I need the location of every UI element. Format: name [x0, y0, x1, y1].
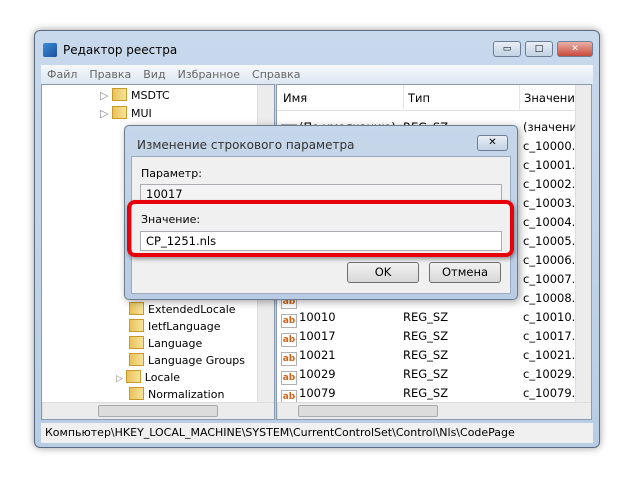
value-name: 10029 [299, 367, 336, 381]
value-data: c_10003.n [523, 196, 583, 210]
string-value-icon: ab [281, 314, 297, 328]
value-data: c_10017.n [523, 329, 583, 343]
tree-item[interactable]: ▷ Locale [116, 369, 180, 386]
dialog-title: Изменение строкового параметра [137, 138, 355, 152]
value-data: c_10002.n [523, 177, 583, 191]
list-vertical-scrollbar[interactable] [575, 85, 591, 403]
status-bar: Компьютер\HKEY_LOCAL_MACHINE\SYSTEM\Curr… [41, 423, 593, 443]
scrollbar-thumb[interactable] [298, 405, 438, 417]
highlight-frame [127, 200, 514, 257]
folder-icon [111, 88, 127, 101]
value-name: 10021 [299, 348, 336, 362]
value-data: c_10010.n [523, 310, 583, 324]
folder-icon [111, 106, 127, 119]
value-name: 10017 [299, 329, 336, 343]
value-type: REG_SZ [403, 310, 449, 324]
tree-item[interactable]: ▷ MSDTC [100, 87, 170, 105]
column-type[interactable]: Тип [403, 85, 430, 111]
cancel-button[interactable]: Отмена [429, 262, 501, 283]
value-data: c_10005.n [523, 234, 583, 248]
value-data: c_10007.n [523, 272, 583, 286]
tree-item[interactable]: Language Groups [129, 352, 245, 369]
value-name: 10010 [299, 310, 336, 324]
param-label: Параметр: [141, 167, 202, 180]
list-horizontal-scrollbar[interactable] [277, 402, 591, 419]
value-data: c_10004.n [523, 215, 583, 229]
menu-view[interactable]: Вид [143, 68, 165, 81]
value-data: c_10006.n [523, 253, 583, 267]
menu-bar: Файл Правка Вид Избранное Справка [41, 65, 593, 84]
list-header: Имя Тип Значение [277, 85, 582, 111]
minimize-button[interactable]: ▭ [493, 41, 521, 57]
tree-item[interactable]: ExtendedLocale [129, 301, 236, 318]
value-type: REG_SZ [403, 329, 449, 343]
value-type: REG_SZ [403, 367, 449, 381]
folder-icon [129, 336, 144, 349]
tree-horizontal-scrollbar[interactable] [42, 402, 274, 419]
value-data: c_10021.n [523, 348, 583, 362]
menu-file[interactable]: Файл [47, 68, 77, 81]
menu-favorites[interactable]: Избранное [178, 68, 240, 81]
folder-icon [129, 302, 144, 315]
ok-button[interactable]: OK [347, 262, 419, 283]
scrollbar-thumb[interactable] [98, 405, 218, 417]
value-data: (значени [523, 120, 578, 134]
string-value-icon: ab [281, 371, 297, 385]
table-row[interactable]: ab 10029 REG_SZ c_10029.n [281, 365, 583, 385]
value-data: c_10008.n [523, 291, 583, 305]
menu-help[interactable]: Справка [252, 68, 300, 81]
column-value[interactable]: Значение [519, 85, 582, 111]
table-row[interactable]: ab 10010 REG_SZ c_10010.n [281, 308, 583, 328]
value-type: REG_SZ [403, 348, 449, 362]
tree-item[interactable]: Normalization [129, 386, 224, 403]
table-row[interactable]: ab 10017 REG_SZ c_10017.n [281, 327, 583, 347]
tree-item[interactable]: IetfLanguage [129, 318, 220, 335]
folder-icon [125, 370, 141, 383]
value-type: REG_SZ [403, 386, 449, 400]
regedit-icon [43, 43, 57, 57]
folder-icon [129, 353, 144, 366]
window-title: Редактор реестра [63, 43, 178, 57]
value-data: c_10000.n [523, 139, 583, 153]
dialog-close-button[interactable]: ✕ [477, 135, 508, 151]
maximize-button[interactable]: □ [525, 41, 553, 57]
string-value-icon: ab [281, 333, 297, 347]
menu-edit[interactable]: Правка [89, 68, 131, 81]
folder-icon [129, 319, 144, 332]
tree-item[interactable]: Language [129, 335, 202, 352]
folder-icon [129, 387, 144, 400]
table-row[interactable]: ab 10021 REG_SZ c_10021.n [281, 346, 583, 366]
value-data: c_10029.n [523, 367, 583, 381]
close-button[interactable]: ✕ [557, 41, 593, 57]
table-row[interactable]: ab 10079 REG_SZ c_10079.n [281, 384, 583, 404]
tree-item[interactable]: ▷ MUI [100, 105, 152, 123]
value-name: 10079 [299, 386, 336, 400]
column-name[interactable]: Имя [283, 85, 307, 111]
value-data: c_10079.n [523, 386, 583, 400]
value-data: c_10001.n [523, 158, 583, 172]
string-value-icon: ab [281, 352, 297, 366]
